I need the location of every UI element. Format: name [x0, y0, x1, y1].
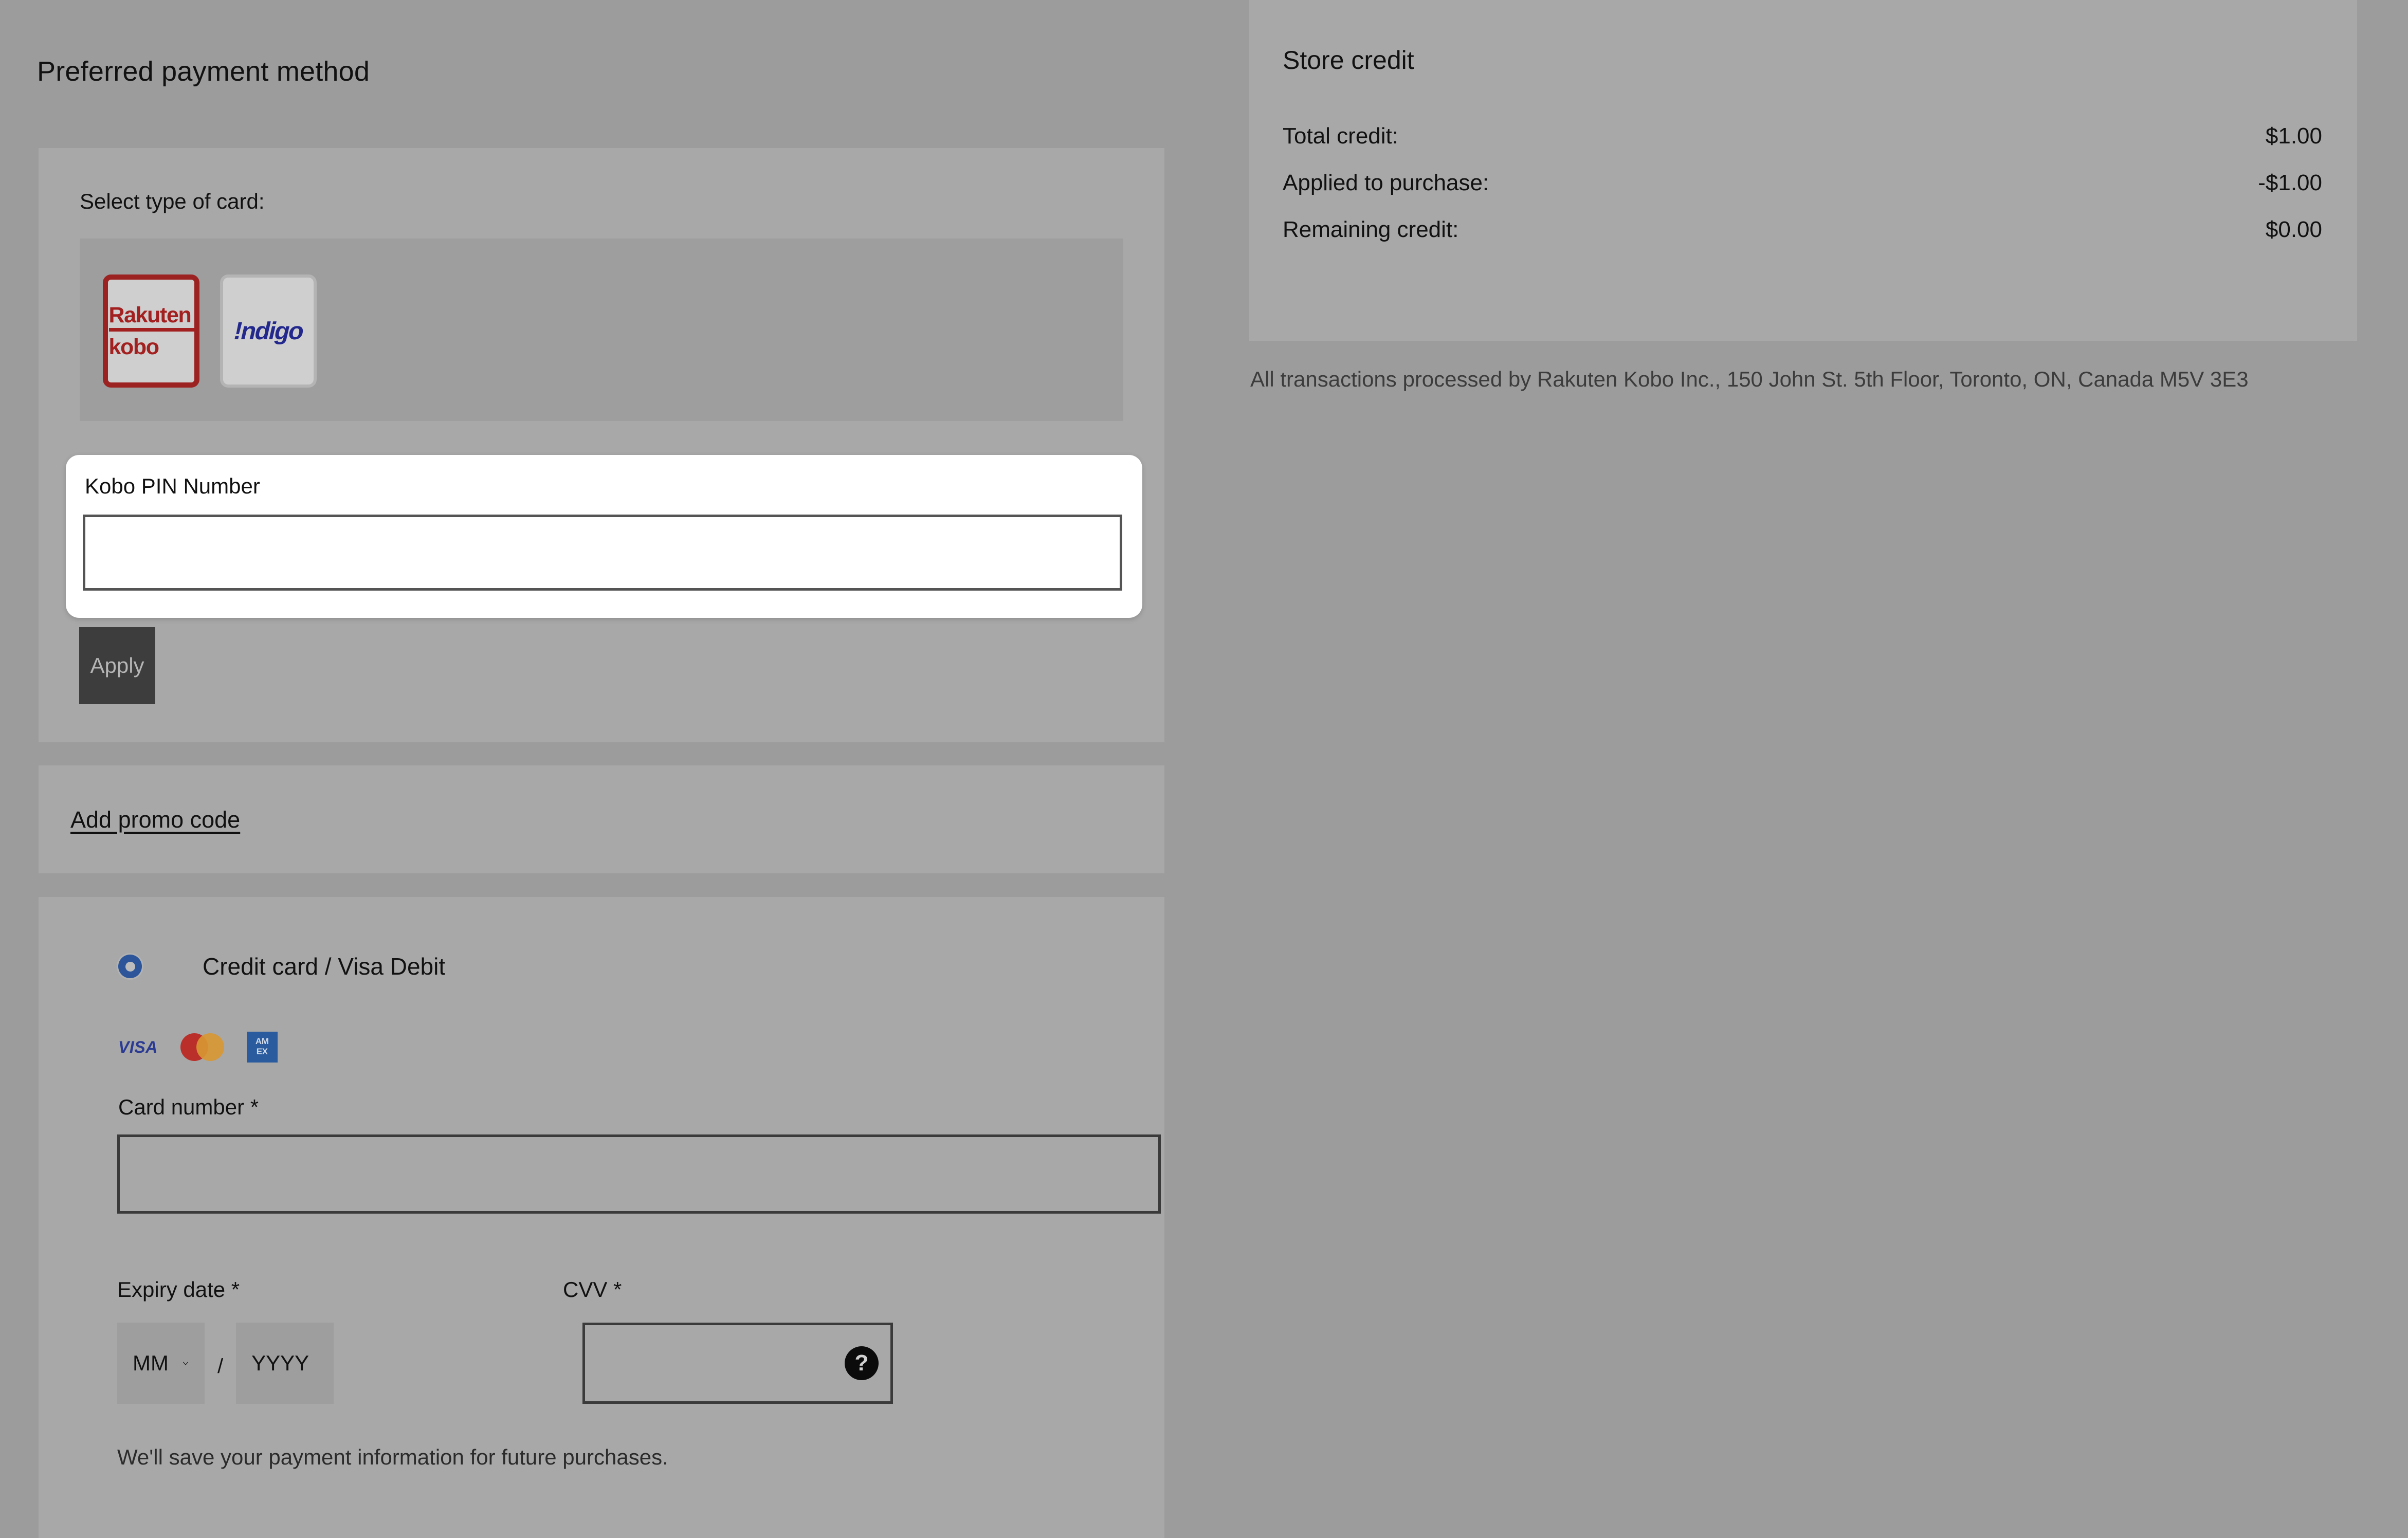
credit-card-panel: Credit card / Visa Debit VISA AM EX Card…: [39, 897, 1164, 1538]
store-credit-column: Store credit Total credit: $1.00 Applied…: [1249, 0, 2408, 1538]
store-credit-row: Remaining credit: $0.00: [1283, 217, 2322, 243]
apply-pin-button[interactable]: Apply: [79, 627, 155, 704]
remaining-credit-label: Remaining credit:: [1283, 217, 1459, 242]
legal-disclaimer: All transactions processed by Rakuten Ko…: [1250, 367, 2249, 391]
store-credit-panel: Store credit Total credit: $1.00 Applied…: [1249, 0, 2357, 341]
card-type-options: Rakuten kobo !ndigo: [80, 239, 1123, 421]
amex-line1: AM: [255, 1036, 269, 1046]
cvv-help-icon[interactable]: ?: [845, 1346, 879, 1380]
rakuten-kobo-logo-line2: kobo: [108, 334, 160, 359]
applied-to-purchase-value: -$1.00: [2258, 170, 2322, 195]
expiry-date-row: MM / YYYY: [117, 1323, 334, 1404]
card-type-option-indigo[interactable]: !ndigo: [220, 274, 317, 388]
kobo-pin-focus-card: Kobo PIN Number: [66, 455, 1142, 618]
kobo-pin-label: Kobo PIN Number: [85, 474, 260, 498]
store-credit-rows: Total credit: $1.00 Applied to purchase:…: [1283, 123, 2322, 264]
amex-line2: EX: [256, 1047, 268, 1056]
card-type-panel: Select type of card: Rakuten kobo !ndigo: [39, 148, 1164, 742]
page-title: Preferred payment method: [37, 56, 370, 87]
expiry-year-select[interactable]: YYYY: [236, 1323, 334, 1404]
expiry-date-label: Expiry date *: [117, 1277, 240, 1302]
visa-icon: VISA: [118, 1037, 158, 1056]
card-number-input[interactable]: [117, 1134, 1161, 1214]
total-credit-value: $1.00: [2265, 123, 2322, 149]
accepted-card-brands: VISA AM EX: [118, 1032, 278, 1063]
total-credit-label: Total credit:: [1283, 123, 1398, 149]
radio-inner-dot: [125, 961, 135, 972]
cvv-field-wrap: ?: [582, 1323, 893, 1404]
credit-card-radio-row[interactable]: Credit card / Visa Debit: [118, 953, 445, 980]
mastercard-icon: [180, 1033, 224, 1061]
save-payment-info-note: We'll save your payment information for …: [117, 1445, 668, 1469]
store-credit-row: Total credit: $1.00: [1283, 123, 2322, 149]
remaining-credit-value: $0.00: [2265, 217, 2322, 242]
payment-method-column: Preferred payment method Select type of …: [0, 0, 1198, 1538]
select-card-type-label: Select type of card:: [80, 189, 265, 213]
chevron-down-icon: [183, 1362, 189, 1365]
rakuten-kobo-logo-line1: Rakuten: [108, 304, 196, 332]
store-credit-row: Applied to purchase: -$1.00: [1283, 170, 2322, 196]
store-credit-title: Store credit: [1283, 46, 1414, 75]
checkout-payment-page: Preferred payment method Select type of …: [0, 0, 2408, 1538]
card-number-label: Card number *: [118, 1095, 259, 1119]
credit-card-radio[interactable]: [118, 955, 142, 978]
indigo-logo: !ndigo: [233, 317, 303, 345]
cvv-label: CVV *: [563, 1277, 622, 1302]
amex-icon: AM EX: [246, 1032, 278, 1063]
kobo-pin-input[interactable]: [83, 515, 1122, 591]
add-promo-code-link[interactable]: Add promo code: [70, 807, 240, 833]
credit-card-radio-label: Credit card / Visa Debit: [203, 953, 446, 980]
expiry-month-select[interactable]: MM: [117, 1323, 205, 1404]
expiry-year-value: YYYY: [251, 1351, 309, 1375]
rakuten-kobo-logo: Rakuten kobo: [107, 304, 196, 358]
card-type-option-rakuten-kobo[interactable]: Rakuten kobo: [103, 274, 199, 388]
expiry-month-value: MM: [133, 1351, 169, 1375]
promo-code-panel: Add promo code: [39, 765, 1164, 873]
expiry-separator: /: [217, 1354, 224, 1378]
applied-to-purchase-label: Applied to purchase:: [1283, 170, 1489, 195]
